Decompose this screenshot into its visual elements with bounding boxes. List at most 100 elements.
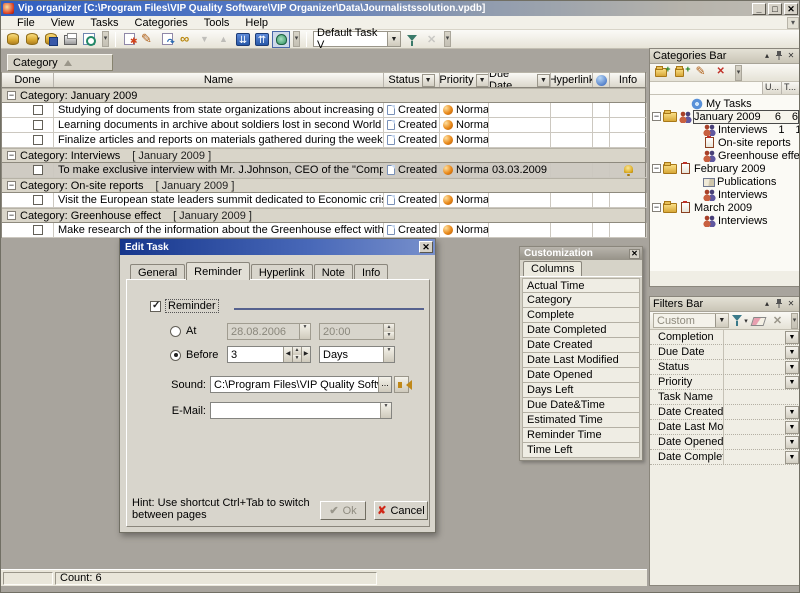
task-done-checkbox[interactable]: [33, 120, 43, 130]
collapse-node-icon[interactable]: [652, 164, 661, 173]
delete-category-button[interactable]: [713, 64, 731, 81]
menu-item[interactable]: View: [43, 16, 83, 30]
spin-up-icon[interactable]: ▲: [384, 324, 394, 332]
toolbar-button[interactable]: ▾: [62, 31, 80, 48]
due-date-filter-button[interactable]: ▼: [537, 74, 550, 87]
tree-item[interactable]: January 2009 6 6: [650, 110, 800, 123]
toolbar-overflow-grip[interactable]: ▾: [102, 31, 109, 47]
filter-dropdown-button[interactable]: ▼: [785, 361, 799, 374]
toolbar-button[interactable]: ▾: [24, 31, 42, 48]
filter-row[interactable]: Completion ▼: [650, 330, 800, 345]
column-item[interactable]: Date Last Modified: [522, 353, 640, 368]
filter-value[interactable]: [724, 405, 785, 419]
filter-dropdown-button[interactable]: ▼: [785, 331, 799, 344]
toolbar-button[interactable]: [158, 31, 176, 48]
filter-value[interactable]: [724, 435, 785, 449]
ok-button[interactable]: ✔Ok: [320, 501, 366, 520]
toolbar-overflow-grip[interactable]: ▾: [293, 31, 300, 47]
column-item[interactable]: Date Completed: [522, 323, 640, 338]
close-button[interactable]: ✕: [784, 3, 798, 15]
clear-filter-button[interactable]: [750, 312, 767, 329]
task-done-checkbox[interactable]: [33, 225, 43, 235]
dialog-titlebar[interactable]: Edit Task ✕: [120, 239, 435, 255]
toolbar-button[interactable]: [272, 31, 290, 48]
toolbar-button[interactable]: [423, 31, 441, 48]
toolbar-button[interactable]: [139, 31, 157, 48]
pin-icon[interactable]: [773, 51, 785, 62]
dialog-tab[interactable]: General: [130, 264, 185, 280]
collapse-group-icon[interactable]: [7, 151, 16, 160]
uncompleted-column-header[interactable]: U...: [762, 82, 781, 94]
collapse-group-icon[interactable]: [7, 91, 16, 100]
filter-row[interactable]: Due Date ▼: [650, 345, 800, 360]
minimize-button[interactable]: _: [752, 3, 766, 15]
task-name[interactable]: Make research of the information about t…: [54, 223, 384, 238]
priority-filter-button[interactable]: ▼: [476, 74, 489, 87]
column-header-done[interactable]: Done: [2, 73, 54, 87]
task-done-checkbox[interactable]: [33, 195, 43, 205]
spin-down-icon[interactable]: ▼: [293, 355, 301, 363]
table-row[interactable]: Make research of the information about t…: [2, 223, 645, 238]
column-item[interactable]: Reminder Time: [522, 428, 640, 443]
chevron-down-icon[interactable]: ▼: [381, 403, 391, 418]
category-group-row[interactable]: Category: On-site reports [ January 2009…: [2, 178, 645, 193]
chevron-down-icon[interactable]: ▼: [300, 324, 310, 339]
dialog-tab[interactable]: Info: [354, 264, 388, 280]
close-panel-icon[interactable]: ✕: [785, 51, 797, 62]
toolbar-overflow-grip[interactable]: ▾: [444, 31, 451, 47]
task-done-checkbox[interactable]: [33, 105, 43, 115]
toolbar-button[interactable]: [215, 31, 233, 48]
table-row[interactable]: To make exclusive interview with Mr. J.J…: [2, 163, 645, 178]
collapse-panel-icon[interactable]: ▴: [761, 51, 773, 62]
filter-value[interactable]: [724, 360, 785, 374]
cancel-button[interactable]: ✘Cancel: [374, 501, 428, 520]
filter-dropdown-button[interactable]: ▼: [785, 406, 799, 419]
menu-item[interactable]: Tools: [196, 16, 238, 30]
status-filter-button[interactable]: ▼: [422, 74, 435, 87]
column-item[interactable]: Actual Time: [522, 278, 640, 293]
collapse-panel-icon[interactable]: ▴: [761, 299, 773, 310]
tree-item[interactable]: Publications: [650, 175, 800, 188]
close-panel-icon[interactable]: ✕: [785, 299, 797, 310]
menu-item[interactable]: Tasks: [82, 16, 126, 30]
tree-item[interactable]: Interviews 1 1: [650, 123, 800, 136]
group-by-category-button[interactable]: Category: [7, 54, 113, 71]
reminder-checkbox[interactable]: [150, 301, 161, 312]
toolbar-button[interactable]: [253, 31, 271, 48]
filter-dropdown-button[interactable]: ▼: [785, 421, 799, 434]
at-radio[interactable]: [170, 326, 181, 337]
filter-row[interactable]: Date Opened ▼: [650, 435, 800, 450]
column-header-priority[interactable]: Priority▼: [440, 73, 489, 87]
reminder-checkbox-label[interactable]: Reminder: [165, 299, 219, 313]
column-header-info-icon[interactable]: [593, 73, 610, 87]
column-header-status[interactable]: Status▼: [384, 73, 440, 87]
toolbar-overflow-grip[interactable]: ▾: [791, 313, 798, 329]
sound-browse-button[interactable]: ...: [378, 377, 391, 392]
email-field[interactable]: ▼: [210, 402, 392, 419]
pin-icon[interactable]: [773, 299, 785, 310]
toolbar-button[interactable]: [196, 31, 214, 48]
column-header-name[interactable]: Name: [54, 73, 384, 87]
task-done-checkbox[interactable]: [33, 135, 43, 145]
before-radio[interactable]: [170, 350, 181, 361]
before-radio-label[interactable]: Before: [186, 349, 218, 361]
category-group-row[interactable]: Category: Greenhouse effect [ January 20…: [2, 208, 645, 223]
column-header-info[interactable]: Info: [610, 73, 647, 87]
filter-value[interactable]: [724, 450, 785, 464]
toolbar-button[interactable]: [120, 31, 138, 48]
toolbar-button[interactable]: [177, 31, 195, 48]
tree-item[interactable]: On-site reports 1 1: [650, 136, 800, 149]
column-header-hyperlink[interactable]: Hyperlink: [551, 73, 593, 87]
menu-item[interactable]: Categories: [127, 16, 196, 30]
step-right-icon[interactable]: ▶: [301, 347, 310, 362]
collapse-group-icon[interactable]: [7, 211, 16, 220]
new-category-button[interactable]: +: [653, 64, 671, 81]
task-name[interactable]: Studying of documents from state organiz…: [54, 103, 384, 118]
filter-value[interactable]: [724, 330, 785, 344]
customization-header[interactable]: Customization ✕: [520, 247, 642, 260]
filter-row[interactable]: Priority ▼: [650, 375, 800, 390]
at-radio-label[interactable]: At: [186, 325, 196, 337]
column-item[interactable]: Complete: [522, 308, 640, 323]
at-date-select[interactable]: 28.08.2006 ▼: [227, 323, 311, 340]
menu-overflow-grip[interactable]: ▾: [787, 17, 799, 29]
